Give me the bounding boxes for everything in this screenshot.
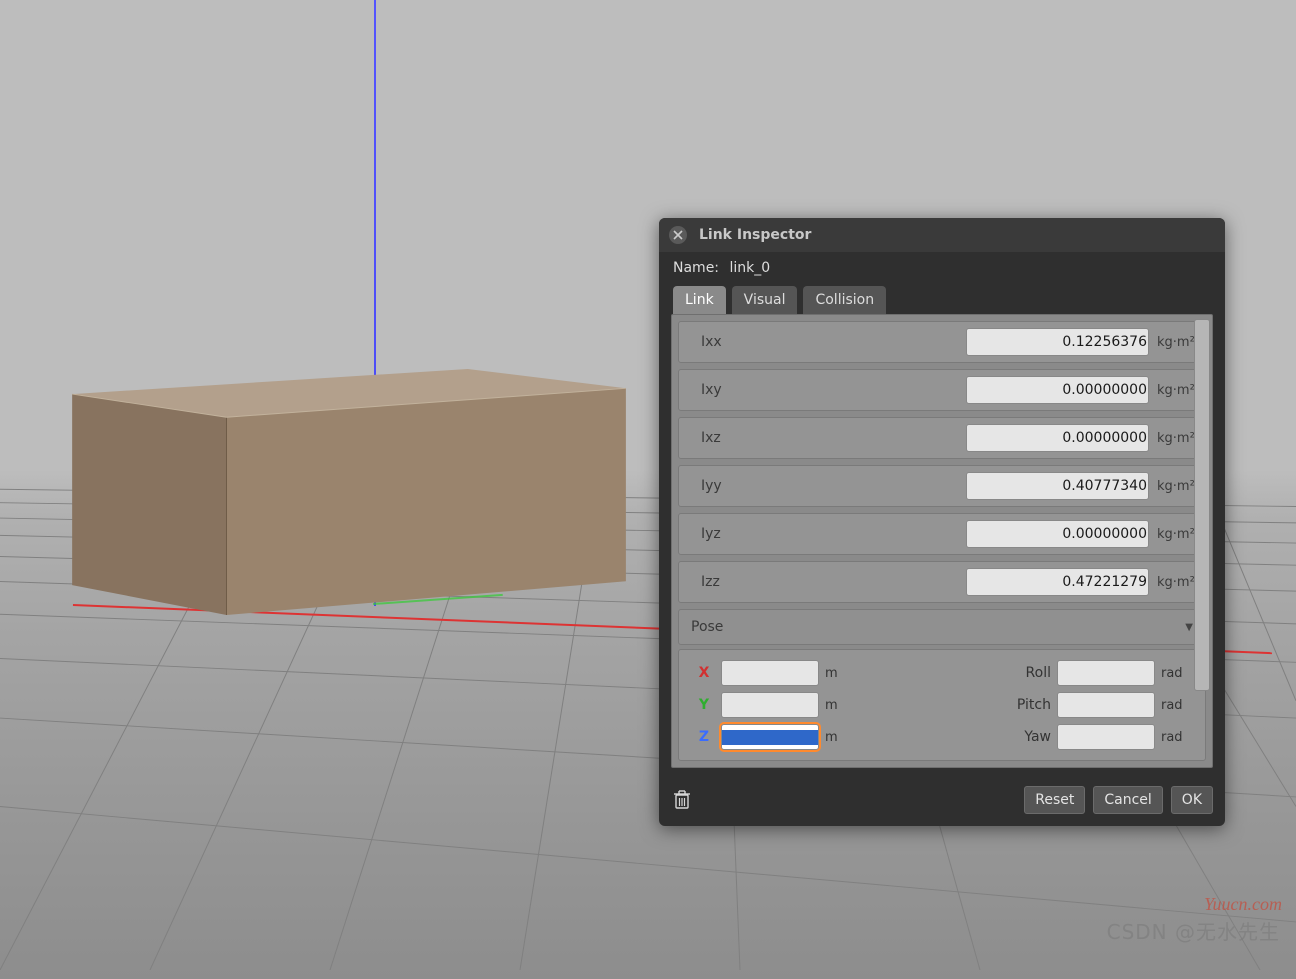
- input-iyy[interactable]: ▲▼: [966, 472, 1149, 500]
- row-ixz: Ixz ▲▼ kg·m²: [678, 417, 1206, 459]
- label-y: Y: [693, 697, 715, 713]
- row-ixx: Ixx ▲▼ kg·m²: [678, 321, 1206, 363]
- close-icon[interactable]: [669, 226, 687, 244]
- unit-y: m: [825, 698, 845, 713]
- input-iyz-field[interactable]: [967, 526, 1149, 542]
- row-izz: Izz ▲▼ kg·m²: [678, 561, 1206, 603]
- input-ixy-field[interactable]: [967, 382, 1149, 398]
- input-y[interactable]: ▲▼: [721, 692, 819, 718]
- tab-collision[interactable]: Collision: [803, 286, 886, 314]
- input-ixz-field[interactable]: [967, 430, 1149, 446]
- label-pitch: Pitch: [1001, 697, 1051, 713]
- tab-visual[interactable]: Visual: [732, 286, 798, 314]
- pose-grid: X ▲▼ m Roll ▲▼ rad Y ▲▼ m: [678, 649, 1206, 761]
- input-y-field[interactable]: [722, 698, 819, 713]
- label-roll: Roll: [1001, 665, 1051, 681]
- pose-header-label: Pose: [691, 619, 723, 635]
- label-x: X: [693, 665, 715, 681]
- unit-x: m: [825, 666, 845, 681]
- ok-button[interactable]: OK: [1171, 786, 1213, 814]
- row-ixy: Ixy ▲▼ kg·m²: [678, 369, 1206, 411]
- input-iyy-field[interactable]: [967, 478, 1149, 494]
- input-izz[interactable]: ▲▼: [966, 568, 1149, 596]
- unit-ixx: kg·m²: [1157, 335, 1195, 350]
- trash-icon[interactable]: [673, 790, 691, 810]
- label-ixx: Ixx: [701, 334, 722, 350]
- input-izz-field[interactable]: [967, 574, 1149, 590]
- input-iyz[interactable]: ▲▼: [966, 520, 1149, 548]
- link-panel: Ixx ▲▼ kg·m² Ixy ▲▼ kg·m²: [671, 314, 1213, 768]
- input-ixz[interactable]: ▲▼: [966, 424, 1149, 452]
- unit-ixy: kg·m²: [1157, 383, 1195, 398]
- chevron-down-icon: ▼: [1185, 622, 1193, 633]
- dialog-button-bar: Reset Cancel OK: [659, 780, 1225, 826]
- name-value: link_0: [729, 260, 770, 276]
- unit-z: m: [825, 730, 845, 745]
- input-ixy[interactable]: ▲▼: [966, 376, 1149, 404]
- input-ixx[interactable]: ▲▼: [966, 328, 1149, 356]
- label-yaw: Yaw: [1001, 729, 1051, 745]
- dialog-titlebar[interactable]: Link Inspector: [659, 218, 1225, 252]
- unit-pitch: rad: [1161, 698, 1191, 713]
- input-pitch-field[interactable]: [1058, 698, 1155, 713]
- watermark-yuucn: Yuucn.com: [1204, 894, 1282, 915]
- unit-roll: rad: [1161, 666, 1191, 681]
- model-box[interactable]: [62, 369, 637, 615]
- input-x-field[interactable]: [722, 666, 819, 681]
- label-z: Z: [693, 729, 715, 745]
- scroll-thumb[interactable]: [1194, 319, 1210, 691]
- name-label: Name:: [673, 260, 719, 276]
- input-pitch[interactable]: ▲▼: [1057, 692, 1155, 718]
- label-iyz: Iyz: [701, 526, 721, 542]
- dialog-title: Link Inspector: [699, 227, 811, 243]
- pose-header[interactable]: Pose ▼: [678, 609, 1206, 645]
- watermark-csdn: CSDN @无水先生: [1107, 916, 1280, 945]
- tab-link[interactable]: Link: [673, 286, 726, 314]
- input-roll[interactable]: ▲▼: [1057, 660, 1155, 686]
- reset-button[interactable]: Reset: [1024, 786, 1085, 814]
- cancel-button[interactable]: Cancel: [1093, 786, 1162, 814]
- input-roll-field[interactable]: [1058, 666, 1155, 681]
- unit-iyy: kg·m²: [1157, 479, 1195, 494]
- tab-bar: Link Visual Collision: [659, 286, 1225, 314]
- unit-ixz: kg·m²: [1157, 431, 1195, 446]
- input-z-field[interactable]: [722, 730, 819, 745]
- input-yaw-field[interactable]: [1058, 730, 1155, 745]
- label-ixz: Ixz: [701, 430, 721, 446]
- input-x[interactable]: ▲▼: [721, 660, 819, 686]
- name-row: Name: link_0: [659, 252, 1225, 286]
- label-izz: Izz: [701, 574, 720, 590]
- row-iyy: Iyy ▲▼ kg·m²: [678, 465, 1206, 507]
- label-iyy: Iyy: [701, 478, 722, 494]
- input-z[interactable]: ▲▼: [721, 724, 819, 750]
- row-iyz: Iyz ▲▼ kg·m²: [678, 513, 1206, 555]
- axis-y: [373, 594, 503, 605]
- unit-yaw: rad: [1161, 730, 1191, 745]
- link-inspector-dialog: Link Inspector Name: link_0 Link Visual …: [659, 218, 1225, 826]
- unit-iyz: kg·m²: [1157, 527, 1195, 542]
- scrollbar[interactable]: [1196, 319, 1210, 763]
- input-ixx-field[interactable]: [967, 334, 1149, 350]
- label-ixy: Ixy: [701, 382, 722, 398]
- unit-izz: kg·m²: [1157, 575, 1195, 590]
- input-yaw[interactable]: ▲▼: [1057, 724, 1155, 750]
- viewport-3d[interactable]: Link Inspector Name: link_0 Link Visual …: [0, 0, 1296, 979]
- axis-z: [374, 0, 376, 606]
